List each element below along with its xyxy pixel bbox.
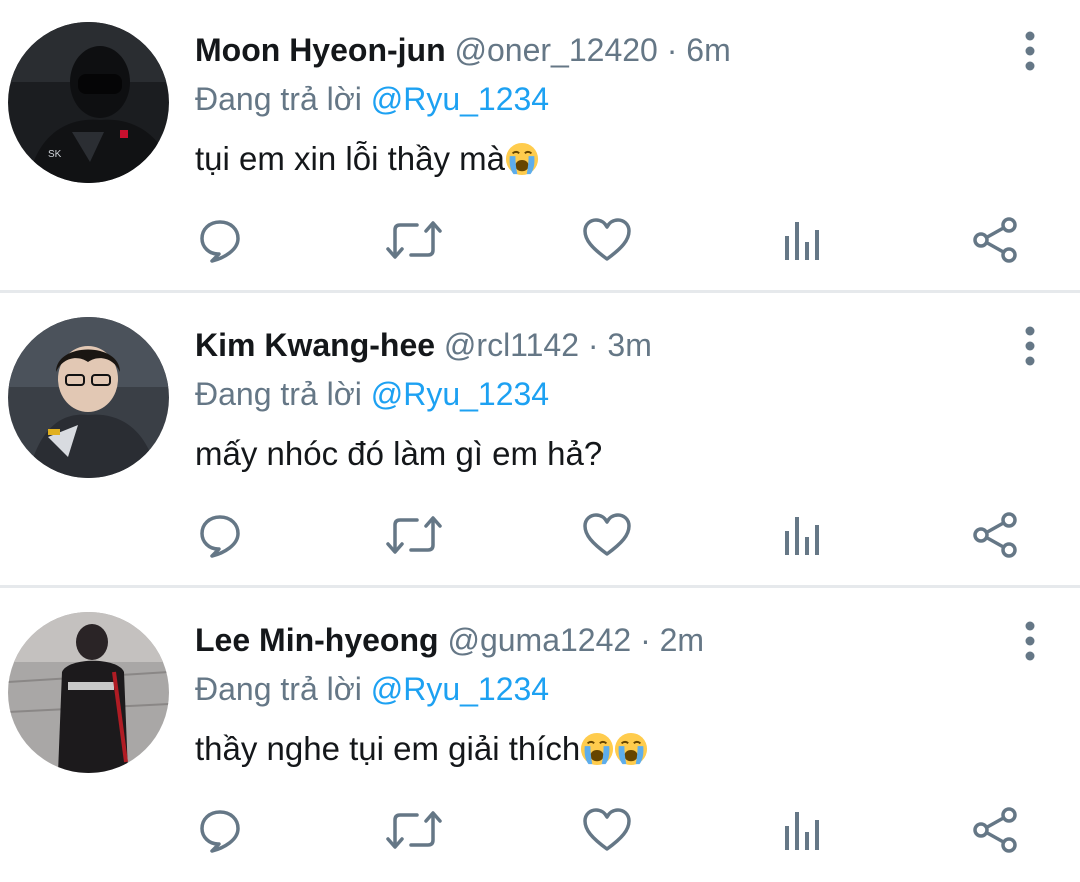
retweet-button[interactable] [384, 210, 444, 270]
heart-icon [583, 513, 631, 556]
stats-button[interactable] [771, 505, 831, 565]
user-handle[interactable]: @guma1242 [447, 622, 631, 658]
display-name[interactable]: Kim Kwang-hee [195, 327, 435, 363]
separator-dot: · [666, 32, 678, 68]
loudly-crying-face-emoji [615, 732, 648, 766]
heart-icon [583, 218, 631, 261]
mention-link[interactable]: @Ryu_1234 [371, 376, 549, 412]
tweet-actions [0, 210, 1080, 270]
tweet-text: mấy nhóc đó làm gì em hả? [195, 431, 602, 477]
share-button[interactable] [965, 210, 1025, 270]
tweet-header: Lee Min-hyeong @guma1242 · 2m [195, 618, 704, 662]
replying-to-label: Đang trả lời [195, 376, 362, 412]
reply-button[interactable] [190, 505, 250, 565]
avatar[interactable] [8, 612, 169, 773]
divider [0, 290, 1080, 293]
avatar[interactable]: SK [8, 22, 169, 183]
share-icon [973, 807, 1017, 853]
mention-link[interactable]: @Ryu_1234 [371, 671, 549, 707]
mention-link[interactable]: @Ryu_1234 [371, 81, 549, 117]
stats-button[interactable] [771, 210, 831, 270]
tweet-header: Moon Hyeon-jun @oner_12420 · 6m [195, 28, 731, 72]
like-button[interactable] [577, 505, 637, 565]
user-handle[interactable]: @rcl1142 [444, 327, 579, 363]
retweet-button[interactable] [384, 800, 444, 860]
comment-bubble-icon [200, 515, 240, 558]
retweet-icon [386, 516, 442, 554]
bar-chart-icon [785, 517, 819, 555]
comment-bubble-icon [200, 220, 240, 263]
timestamp[interactable]: 6m [686, 32, 730, 68]
replying-to: Đang trả lời @Ryu_1234 [195, 668, 549, 710]
loudly-crying-face-emoji [581, 732, 614, 766]
like-button[interactable] [577, 210, 637, 270]
replying-to-label: Đang trả lời [195, 81, 362, 117]
tweet-text: thầy nghe tụi em giải thích [195, 726, 648, 772]
loudly-crying-face-emoji [505, 142, 539, 176]
tweet-header: Kim Kwang-hee @rcl1142 · 3m [195, 323, 652, 367]
tweet[interactable]: Kim Kwang-hee @rcl1142 · 3m Đang trả lời… [0, 295, 1080, 587]
tweet-text-content: thầy nghe tụi em giải thích [195, 730, 581, 767]
user-handle[interactable]: @oner_12420 [455, 32, 658, 68]
timestamp[interactable]: 3m [607, 327, 651, 363]
separator-dot: · [587, 327, 599, 363]
timestamp[interactable]: 2m [660, 622, 704, 658]
retweet-icon [386, 811, 442, 849]
vertical-dots-icon[interactable] [1018, 325, 1042, 367]
vertical-dots-icon[interactable] [1018, 620, 1042, 662]
share-icon [973, 217, 1017, 263]
tweet[interactable]: Lee Min-hyeong @guma1242 · 2m Đang trả l… [0, 590, 1080, 882]
separator-dot: · [640, 622, 651, 658]
svg-text:SK: SK [48, 149, 62, 160]
replying-to: Đang trả lời @Ryu_1234 [195, 373, 549, 415]
replying-to: Đang trả lời @Ryu_1234 [195, 78, 549, 120]
stats-button[interactable] [771, 800, 831, 860]
vertical-dots-icon[interactable] [1018, 30, 1042, 72]
tweet-text: tụi em xin lỗi thầy mà [195, 136, 539, 182]
share-button[interactable] [965, 505, 1025, 565]
bar-chart-icon [785, 812, 819, 850]
avatar[interactable] [8, 317, 169, 478]
divider [0, 585, 1080, 588]
display-name[interactable]: Lee Min-hyeong [195, 622, 439, 658]
retweet-button[interactable] [384, 505, 444, 565]
share-button[interactable] [965, 800, 1025, 860]
like-button[interactable] [577, 800, 637, 860]
tweet[interactable]: SK Moon Hyeon-jun @oner_12420 · 6m Đang … [0, 0, 1080, 292]
comment-bubble-icon [200, 810, 240, 853]
reply-button[interactable] [190, 210, 250, 270]
replying-to-label: Đang trả lời [195, 671, 362, 707]
reply-button[interactable] [190, 800, 250, 860]
tweet-text-content: mấy nhóc đó làm gì em hả? [195, 435, 603, 472]
heart-icon [583, 808, 631, 851]
bar-chart-icon [785, 222, 819, 260]
display-name[interactable]: Moon Hyeon-jun [195, 32, 446, 68]
tweet-actions [0, 505, 1080, 565]
tweet-actions [0, 800, 1080, 860]
tweet-text-content: tụi em xin lỗi thầy mà [195, 140, 505, 177]
retweet-icon [386, 221, 442, 259]
share-icon [973, 512, 1017, 558]
